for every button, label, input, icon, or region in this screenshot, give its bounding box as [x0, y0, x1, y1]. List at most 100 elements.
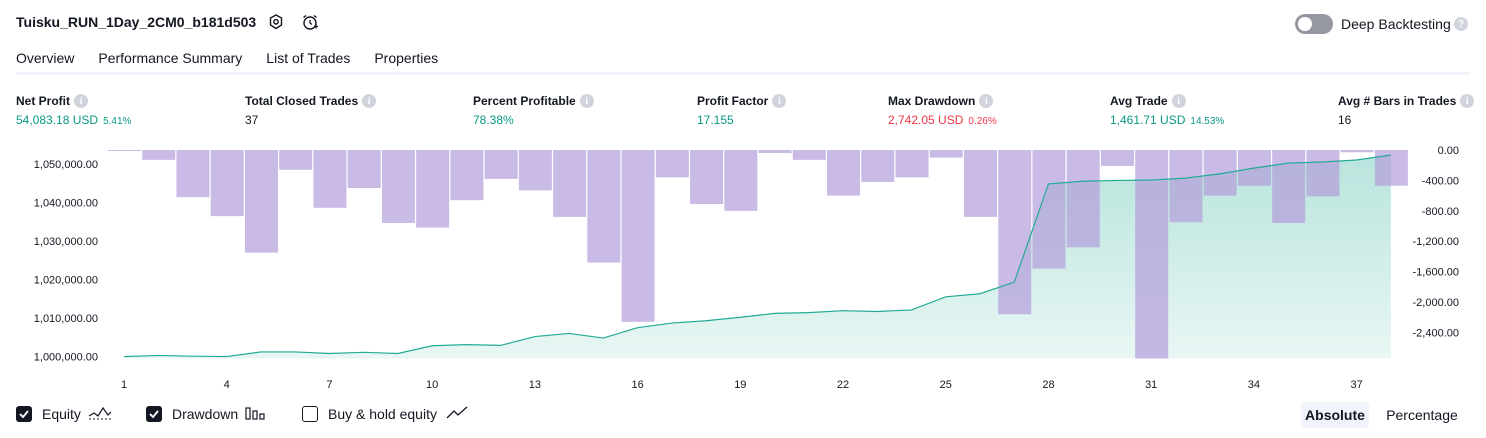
alarm-icon[interactable] — [300, 12, 320, 32]
metric-label: Percent Profitable — [473, 94, 576, 108]
deep-backtesting-label: Deep Backtesting — [1341, 16, 1451, 32]
metric-label: Max Drawdown — [888, 94, 976, 108]
metric-profit-factor: Profit Factor i 17.155 — [697, 94, 787, 127]
buy-hold-checkbox[interactable] — [302, 406, 318, 422]
drawdown-bar — [1340, 150, 1374, 153]
metric-value: 78.38% — [473, 113, 514, 127]
absolute-toggle-button[interactable]: Absolute — [1301, 402, 1369, 428]
drawdown-bar — [142, 150, 176, 160]
metric-net-profit: Net Profit i 54,083.18 USD 5.41% — [16, 94, 131, 127]
metric-value: 16 — [1338, 113, 1352, 127]
metric-percent: 0.26% — [968, 116, 997, 127]
right-axis-tick: 0.00 — [1438, 145, 1459, 157]
help-icon[interactable]: ? — [1454, 17, 1468, 31]
drawdown-bar — [313, 150, 347, 208]
equity-drawdown-chart[interactable]: 1,050,000.00 1,040,000.00 1,030,000.00 1,02… — [0, 140, 1486, 398]
metric-value: 54,083.18 USD — [16, 113, 99, 127]
tab-list-of-trades[interactable]: List of Trades — [266, 48, 350, 75]
drawdown-bar — [690, 150, 724, 204]
drawdown-bar — [587, 150, 621, 263]
right-axis-tick: -1,600.00 — [1413, 267, 1459, 279]
drawdown-bar — [621, 150, 655, 322]
metric-label: Avg Trade — [1110, 94, 1168, 108]
info-icon[interactable]: i — [362, 94, 377, 108]
drawdown-checkbox[interactable] — [146, 406, 162, 422]
tab-bar: Overview Performance Summary List of Tra… — [16, 48, 462, 75]
metric-value: 2,742.05 USD — [888, 113, 964, 127]
metric-avg-bars: Avg # Bars in Trades i 16 — [1338, 94, 1475, 127]
metric-avg-trade: Avg Trade i 1,461.71 USD 14.53% — [1110, 94, 1224, 127]
right-axis-tick: -1,200.00 — [1413, 236, 1459, 248]
drawdown-bar — [176, 150, 210, 198]
metric-label: Profit Factor — [697, 94, 769, 108]
left-axis-tick: 1,050,000.00 — [34, 159, 98, 171]
x-axis-tick: 10 — [426, 379, 438, 391]
tab-performance-summary[interactable]: Performance Summary — [98, 48, 242, 75]
info-icon[interactable]: i — [772, 94, 787, 108]
drawdown-bar — [827, 150, 861, 196]
drawdown-bar — [895, 150, 929, 178]
x-axis-tick: 13 — [529, 379, 541, 391]
metric-total-closed-trades: Total Closed Trades i 37 — [245, 94, 377, 127]
drawdown-bar — [108, 150, 141, 151]
right-axis-tick: -2,000.00 — [1413, 297, 1459, 309]
drawdown-bar — [416, 150, 450, 228]
metric-max-drawdown: Max Drawdown i 2,742.05 USD 0.26% — [888, 94, 997, 127]
drawdown-bar — [655, 150, 689, 178]
drawdown-bar — [1032, 150, 1066, 269]
x-axis-tick: 4 — [224, 379, 230, 391]
info-icon[interactable]: i — [1171, 94, 1186, 108]
settings-icon[interactable] — [266, 12, 286, 32]
drawdown-bar — [450, 150, 484, 201]
metric-label: Avg # Bars in Trades — [1338, 94, 1457, 108]
drawdown-bar — [1135, 150, 1169, 359]
drawdown-bar — [210, 150, 244, 217]
x-axis-tick: 37 — [1351, 379, 1363, 391]
x-axis-tick: 31 — [1145, 379, 1157, 391]
drawdown-bar — [929, 150, 963, 158]
equity-label: Equity — [42, 406, 81, 422]
drawdown-label: Drawdown — [172, 406, 239, 422]
percentage-toggle-button[interactable]: Percentage — [1379, 402, 1465, 428]
left-axis-tick: 1,020,000.00 — [34, 274, 98, 286]
metric-percent: 5.41% — [103, 116, 132, 127]
metric-value: 1,461.71 USD — [1110, 113, 1186, 127]
metric-value: 37 — [245, 113, 259, 127]
drawdown-bar — [381, 150, 415, 223]
drawdown-bar — [1203, 150, 1237, 196]
right-axis-tick: -800.00 — [1422, 206, 1459, 218]
drawdown-bars-icon — [244, 404, 266, 427]
tab-properties[interactable]: Properties — [374, 48, 438, 75]
x-axis-tick: 1 — [121, 379, 127, 391]
drawdown-bar — [518, 150, 552, 191]
metric-label: Total Closed Trades — [245, 94, 359, 108]
drawdown-bar — [484, 150, 518, 179]
drawdown-bar — [1100, 150, 1134, 166]
metric-label: Net Profit — [16, 94, 70, 108]
deep-backtesting-toggle[interactable] — [1295, 14, 1333, 34]
metric-value: 17.155 — [697, 113, 734, 127]
info-icon[interactable]: i — [979, 94, 994, 108]
drawdown-bar — [724, 150, 758, 211]
drawdown-bar — [998, 150, 1032, 315]
x-axis-tick: 7 — [326, 379, 332, 391]
drawdown-bar — [758, 150, 792, 154]
drawdown-bar — [553, 150, 587, 217]
right-axis-tick: -2,400.00 — [1413, 327, 1459, 339]
info-icon[interactable]: i — [579, 94, 594, 108]
x-axis-tick: 22 — [837, 379, 849, 391]
x-axis-tick: 34 — [1248, 379, 1260, 391]
equity-checkbox[interactable] — [16, 406, 32, 422]
drawdown-bar — [861, 150, 895, 182]
drawdown-bar — [1169, 150, 1203, 223]
drawdown-bar — [279, 150, 313, 170]
right-axis-tick: -400.00 — [1422, 175, 1459, 187]
info-icon[interactable]: i — [74, 94, 88, 108]
left-axis-tick: 1,040,000.00 — [34, 197, 98, 209]
metric-percent: 14.53% — [1190, 116, 1225, 127]
info-icon[interactable]: i — [1460, 94, 1475, 108]
left-axis-tick: 1,030,000.00 — [34, 236, 98, 248]
tab-overview[interactable]: Overview — [16, 48, 75, 75]
x-axis-tick: 19 — [734, 379, 746, 391]
x-axis-tick: 16 — [631, 379, 643, 391]
